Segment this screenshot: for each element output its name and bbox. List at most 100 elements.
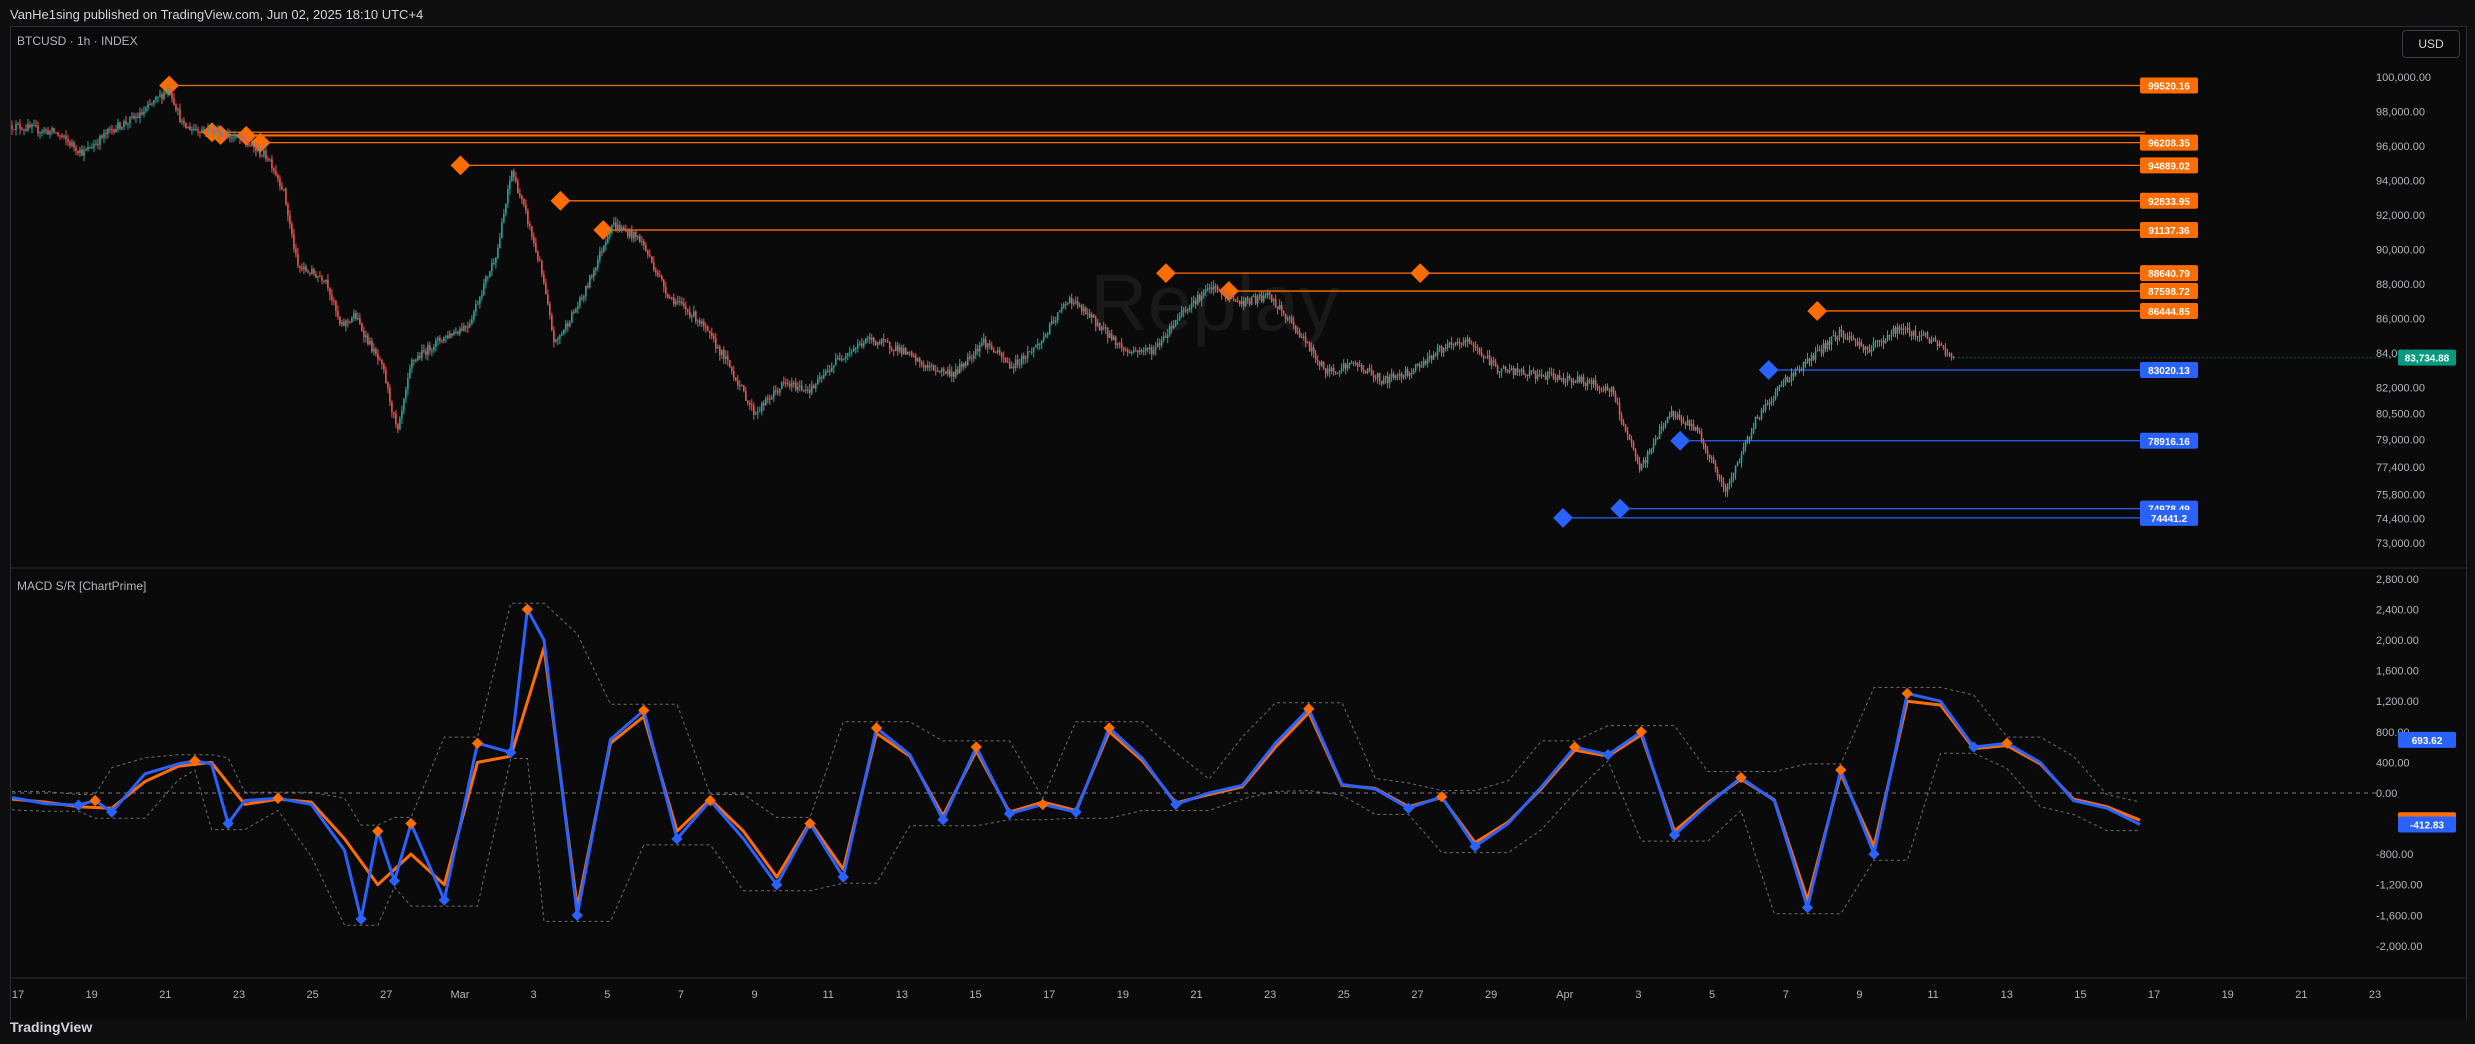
currency-button[interactable]: USD bbox=[2402, 30, 2460, 58]
candle-body bbox=[1338, 371, 1341, 373]
candle-body bbox=[1180, 310, 1183, 317]
candle-body bbox=[1774, 391, 1777, 399]
candle-body bbox=[1470, 343, 1473, 345]
macd-tick-label: 400.00 bbox=[2376, 757, 2410, 769]
chart-canvas[interactable]: Replay 100,000.0098,000.0096,000.0094,00… bbox=[0, 0, 2475, 1044]
candle-body bbox=[679, 301, 681, 303]
candle-body bbox=[804, 389, 807, 391]
candle-body bbox=[1654, 438, 1657, 444]
candle-body bbox=[1160, 340, 1163, 345]
candle-body bbox=[1558, 375, 1561, 380]
candle-body bbox=[922, 365, 925, 368]
candle-body bbox=[1522, 369, 1525, 375]
candle-body bbox=[1204, 289, 1207, 293]
candle-body bbox=[461, 328, 463, 331]
candle-body bbox=[327, 279, 329, 289]
candle-body bbox=[135, 116, 137, 119]
candle-body bbox=[1646, 451, 1649, 463]
candle-body bbox=[1216, 286, 1219, 290]
candle-body bbox=[241, 136, 243, 139]
candle-body bbox=[751, 404, 753, 406]
candle-body bbox=[1496, 366, 1499, 373]
candle-body bbox=[575, 308, 577, 313]
macd-high-marker bbox=[970, 741, 982, 753]
candle-body bbox=[665, 286, 667, 294]
candle-body bbox=[565, 323, 567, 330]
candle-body bbox=[940, 368, 943, 373]
candle-body bbox=[1728, 482, 1731, 485]
macd-low-marker bbox=[1801, 901, 1814, 914]
candle-body bbox=[1784, 377, 1787, 382]
candle-body bbox=[1756, 417, 1759, 419]
candle-body bbox=[820, 377, 823, 379]
candle-body bbox=[431, 350, 433, 352]
resistance-level-label: 92833.95 bbox=[2148, 197, 2190, 208]
candle-body bbox=[1408, 373, 1411, 376]
time-tick-label: 23 bbox=[2369, 989, 2381, 1001]
price-tick-label: 77,400.00 bbox=[2376, 462, 2425, 474]
candle-body bbox=[1890, 333, 1893, 336]
candle-body bbox=[766, 398, 769, 400]
candle-body bbox=[1112, 336, 1115, 341]
candle-body bbox=[349, 321, 351, 323]
candle-body bbox=[1024, 357, 1027, 359]
candle-body bbox=[1892, 327, 1895, 334]
candle-body bbox=[1832, 335, 1835, 337]
candle-body bbox=[1274, 299, 1277, 307]
candle-body bbox=[415, 359, 417, 361]
candle-body bbox=[1444, 347, 1447, 349]
candle-body bbox=[221, 134, 223, 138]
time-tick-label: 19 bbox=[1117, 989, 1129, 1001]
candle-body bbox=[519, 193, 521, 197]
candle-body bbox=[1460, 343, 1463, 345]
candle-body bbox=[1330, 368, 1333, 372]
candle-body bbox=[371, 340, 373, 352]
candle-body bbox=[1948, 353, 1951, 355]
candle-body bbox=[942, 368, 945, 372]
candle-body bbox=[1550, 372, 1553, 374]
candle-body bbox=[167, 88, 169, 93]
candle-body bbox=[465, 325, 467, 327]
candle-body bbox=[1070, 297, 1073, 304]
macd-low-marker bbox=[355, 913, 367, 925]
candle-body bbox=[1318, 361, 1321, 366]
candle-body bbox=[87, 146, 89, 150]
indicator-title[interactable]: MACD S/R [ChartPrime] bbox=[17, 579, 146, 593]
candle-body bbox=[163, 92, 165, 99]
candle-body bbox=[677, 301, 679, 303]
candle-body bbox=[1666, 416, 1669, 423]
candle-body bbox=[1644, 459, 1647, 463]
candle-body bbox=[249, 145, 251, 147]
candle-body bbox=[1088, 313, 1091, 318]
candle-body bbox=[1640, 463, 1643, 470]
candle-body bbox=[1046, 333, 1049, 335]
symbol-title[interactable]: BTCUSD · 1h · INDEX bbox=[17, 34, 138, 48]
candle-body bbox=[1062, 304, 1065, 307]
candle-body bbox=[1146, 347, 1149, 350]
support-level-label: 78916.16 bbox=[2148, 437, 2190, 448]
candle-body bbox=[1634, 449, 1637, 457]
candle-body bbox=[1372, 375, 1375, 378]
candle-body bbox=[301, 267, 303, 270]
candle-body bbox=[1262, 295, 1265, 302]
candle-body bbox=[1864, 346, 1867, 350]
candle-body bbox=[1582, 376, 1585, 384]
candle-body bbox=[1576, 376, 1579, 383]
candle-body bbox=[1592, 380, 1595, 385]
candle-body bbox=[471, 319, 473, 325]
candle-body bbox=[1746, 437, 1749, 442]
candle-body bbox=[1100, 327, 1103, 331]
candle-body bbox=[177, 109, 179, 111]
candle-body bbox=[551, 315, 553, 331]
candle-body bbox=[729, 360, 731, 368]
candle-body bbox=[880, 339, 883, 344]
candle-body bbox=[157, 96, 159, 98]
resistance-pivot-marker bbox=[1410, 263, 1431, 283]
candle-body bbox=[1904, 329, 1907, 331]
candle-body bbox=[1676, 414, 1679, 418]
candle-body bbox=[37, 125, 39, 134]
candle-body bbox=[417, 356, 419, 360]
candle-body bbox=[894, 345, 897, 352]
candle-body bbox=[363, 330, 365, 338]
candle-body bbox=[946, 369, 949, 374]
